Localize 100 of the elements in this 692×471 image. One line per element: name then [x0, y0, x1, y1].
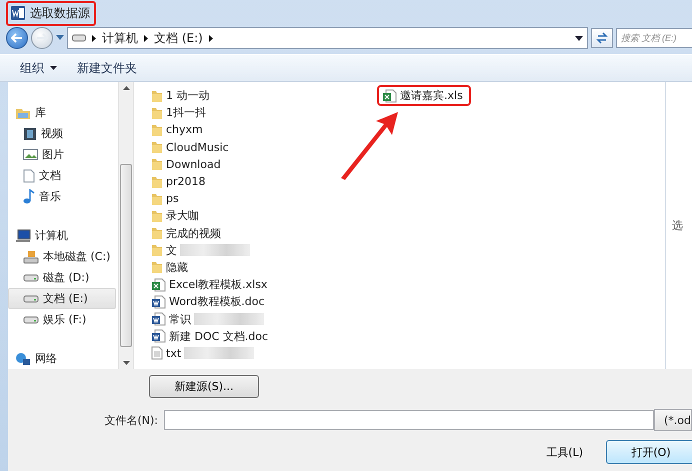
- file-item[interactable]: 录大咖: [148, 207, 205, 224]
- address-bar[interactable]: 计算机 文档 (E:): [67, 27, 588, 49]
- file-name: 1抖一抖: [166, 105, 206, 120]
- nav-item[interactable]: 磁盘 (D:): [8, 267, 116, 288]
- file-item[interactable]: 完成的视频: [148, 224, 227, 242]
- nav-label: 计算机: [35, 228, 68, 243]
- chevron-icon: [144, 34, 148, 42]
- scrollbar[interactable]: [118, 82, 134, 369]
- file-item[interactable]: 隐藏: [148, 258, 194, 276]
- file-item[interactable]: 1 动一动: [148, 87, 216, 104]
- nav-label: 视频: [41, 126, 63, 141]
- forward-button[interactable]: [31, 27, 53, 49]
- nav-item[interactable]: 本地磁盘 (C:): [8, 246, 116, 267]
- file-item[interactable]: 文: [148, 242, 256, 259]
- nav-label: 文档: [39, 168, 61, 183]
- file-item[interactable]: txt: [148, 345, 260, 362]
- search-field[interactable]: 搜索 文档 (E:): [616, 28, 692, 48]
- file-name: 新建 DOC 文档.doc: [169, 328, 268, 344]
- folder-icon: [151, 208, 163, 223]
- word-document-icon: [151, 329, 166, 344]
- folder-icon: [151, 157, 163, 172]
- chevron-icon: [92, 34, 96, 42]
- drive-icon: [72, 34, 86, 42]
- back-arrow-icon: [11, 33, 23, 43]
- file-item[interactable]: Word教程模板.doc: [148, 293, 271, 310]
- filename-label: 文件名(N):: [103, 412, 159, 428]
- nav-item[interactable]: 视频: [8, 123, 116, 144]
- file-name: 邀请嘉宾.xls: [400, 88, 463, 104]
- annotation-arrow: [339, 110, 399, 180]
- nav-label: 图片: [42, 147, 64, 162]
- folder-icon: [151, 106, 163, 120]
- file-item[interactable]: Download: [148, 156, 227, 172]
- refresh-icon: [596, 32, 608, 44]
- folder-icon: [151, 260, 163, 274]
- history-dropdown-icon[interactable]: [56, 35, 64, 41]
- drive-icon: [23, 272, 39, 282]
- scroll-up-icon[interactable]: [122, 86, 130, 90]
- nav-item[interactable]: 计算机: [8, 225, 116, 246]
- file-item[interactable]: chyxm: [148, 122, 209, 138]
- back-button[interactable]: [6, 27, 28, 49]
- computer-icon: [15, 228, 31, 242]
- nav-label: 网络: [35, 351, 57, 366]
- file-item[interactable]: 新建 DOC 文档.doc: [148, 328, 274, 345]
- nav-item[interactable]: 库: [8, 102, 116, 123]
- folder-icon: [151, 140, 163, 154]
- nav-item[interactable]: 娱乐 (F:): [8, 309, 116, 330]
- file-name: chyxm: [166, 123, 203, 136]
- folder-icon: [151, 122, 163, 137]
- caret-icon: [50, 66, 57, 70]
- file-type-dropdown[interactable]: (*.od: [654, 409, 692, 431]
- chevron-icon: [208, 34, 213, 42]
- file-name: 隐藏: [166, 260, 188, 275]
- network-icon: [15, 352, 31, 366]
- filename-field[interactable]: [164, 410, 654, 430]
- breadcrumb[interactable]: 文档 (E:): [154, 30, 203, 46]
- toolbar-button[interactable]: 新建文件夹: [71, 58, 143, 78]
- folder-icon: [151, 226, 163, 240]
- file-name: 1 动一动: [166, 88, 210, 104]
- drive-icon: [23, 294, 39, 304]
- window-title: 选取数据源: [30, 4, 90, 22]
- dropdown-caret-icon[interactable]: [575, 36, 583, 40]
- new-source-button[interactable]: 新建源(S)...: [149, 375, 259, 398]
- nav-label: 文档 (E:): [43, 291, 88, 306]
- file-item[interactable]: Excel教程模板.xlsx: [148, 276, 274, 294]
- refresh-button[interactable]: [591, 28, 613, 48]
- open-button[interactable]: 打开(O): [606, 440, 692, 464]
- drive-icon: [23, 314, 39, 324]
- nav-label: 音乐: [39, 189, 61, 204]
- file-name: Excel教程模板.xlsx: [169, 277, 268, 292]
- breadcrumb[interactable]: 计算机: [102, 30, 138, 46]
- nav-label: 娱乐 (F:): [43, 312, 86, 327]
- nav-item[interactable]: 图片: [8, 144, 116, 165]
- word-app-icon: [10, 5, 26, 21]
- file-name: Download: [166, 158, 221, 171]
- nav-label: 本地磁盘 (C:): [43, 249, 110, 264]
- nav-item[interactable]: 文档: [8, 165, 116, 186]
- organize-menu[interactable]: 组织: [14, 58, 63, 78]
- film-icon: [23, 126, 37, 140]
- folder-icon: [151, 174, 163, 189]
- preview-hint: 选: [671, 218, 683, 233]
- nav-item[interactable]: 音乐: [8, 186, 116, 207]
- word-document-icon: [151, 312, 166, 326]
- file-name: 常识: [169, 312, 191, 327]
- scroll-down-icon[interactable]: [122, 361, 130, 365]
- tools-button[interactable]: 工具(L): [539, 440, 590, 464]
- file-name: ps: [166, 192, 179, 206]
- nav-item[interactable]: 文档 (E:): [8, 288, 116, 309]
- file-item[interactable]: ps: [148, 190, 185, 207]
- file-name: CloudMusic: [166, 140, 229, 154]
- file-item[interactable]: pr2018: [148, 174, 212, 190]
- file-item[interactable]: 常识: [148, 310, 270, 328]
- scroll-thumb[interactable]: [120, 164, 132, 347]
- file-item[interactable]: CloudMusic: [148, 139, 235, 156]
- folder-icon: [151, 88, 163, 103]
- file-name: Word教程模板.doc: [169, 294, 265, 310]
- folder-icon: [151, 243, 163, 258]
- file-item[interactable]: 邀请嘉宾.xls: [379, 87, 469, 104]
- file-item[interactable]: 1抖一抖: [148, 104, 212, 122]
- nav-item[interactable]: 网络: [8, 348, 116, 369]
- spreadsheet-icon: [151, 278, 166, 292]
